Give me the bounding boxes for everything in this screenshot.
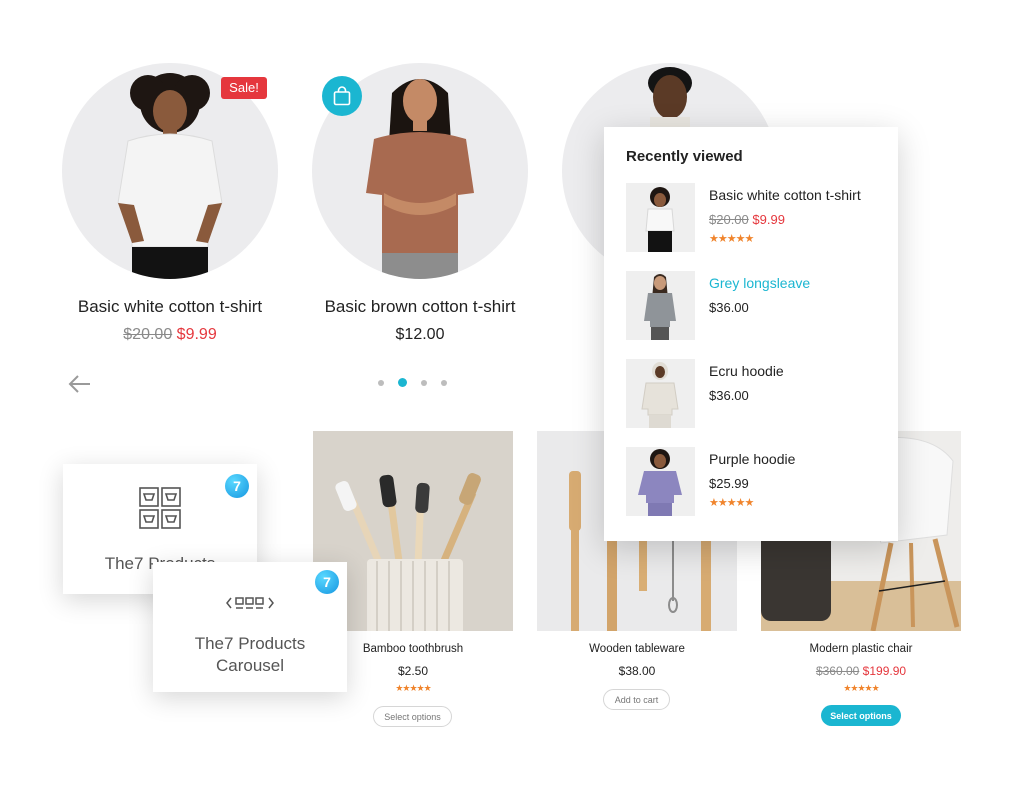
product-thumbnail[interactable] bbox=[626, 271, 695, 340]
product-title[interactable]: Wooden tableware bbox=[537, 643, 737, 655]
product-thumbnail[interactable] bbox=[626, 183, 695, 252]
the7-products-carousel-widget[interactable]: The7 Products Carousel 7 bbox=[153, 562, 347, 692]
shopping-bag-icon bbox=[333, 86, 351, 106]
sale-price: $199.90 bbox=[862, 664, 907, 678]
recently-viewed-item: Grey longsleave $36.00 bbox=[626, 271, 876, 359]
product-title[interactable]: Modern plastic chair bbox=[761, 643, 961, 655]
old-price: $20.00 bbox=[123, 326, 173, 343]
recently-viewed-panel: Recently viewed Basic white cotton t-shi… bbox=[604, 127, 898, 541]
recently-viewed-item: Basic white cotton t-shirt $20.00 $9.99 … bbox=[626, 183, 876, 271]
widget-label-line1: The7 Products bbox=[194, 634, 306, 653]
products-grid-icon bbox=[139, 487, 181, 529]
recently-viewed-price: $36.00 bbox=[709, 300, 749, 315]
product-price: $12.00 bbox=[395, 326, 445, 343]
carousel-pagination bbox=[378, 378, 447, 387]
recently-viewed-price: $36.00 bbox=[709, 388, 749, 403]
recently-viewed-name[interactable]: Purple hoodie bbox=[709, 451, 795, 467]
product-title[interactable]: Basic brown cotton t-shirt bbox=[312, 297, 528, 317]
arrow-left-icon[interactable] bbox=[68, 374, 92, 394]
old-price: $20.00 bbox=[709, 212, 749, 227]
product-title[interactable]: Basic white cotton t-shirt bbox=[62, 297, 278, 317]
rating-stars: ★★★★★ bbox=[709, 233, 754, 245]
pagination-dot[interactable] bbox=[421, 379, 427, 386]
select-options-button[interactable]: Select options bbox=[821, 705, 901, 726]
select-options-button[interactable]: Select options bbox=[373, 706, 452, 727]
recently-viewed-item: Purple hoodie $25.99 ★★★★★ bbox=[626, 447, 876, 535]
widget-label-line2: Carousel bbox=[215, 656, 285, 675]
recently-viewed-name[interactable]: Ecru hoodie bbox=[709, 363, 784, 379]
sale-price: $9.99 bbox=[176, 326, 217, 343]
grey-longsleeve-thumbnail bbox=[626, 271, 695, 340]
recently-viewed-item: Ecru hoodie $36.00 bbox=[626, 359, 876, 447]
recently-viewed-price: $25.99 bbox=[709, 476, 749, 491]
pagination-dot-active[interactable] bbox=[398, 378, 407, 387]
old-price: $360.00 bbox=[815, 664, 860, 678]
product-thumbnail[interactable] bbox=[626, 447, 695, 516]
product-thumbnail[interactable] bbox=[626, 359, 695, 428]
product-price: $38.00 bbox=[618, 664, 656, 678]
product-price: $360.00 $199.90 bbox=[761, 664, 961, 678]
sale-price: $9.99 bbox=[752, 212, 785, 227]
product-price: $20.00 $9.99 bbox=[62, 326, 278, 344]
rating-stars: ★★★★★ bbox=[843, 683, 879, 693]
recently-viewed-title: Recently viewed bbox=[626, 148, 743, 165]
add-to-cart-icon-button[interactable] bbox=[322, 76, 362, 116]
ecru-hoodie-thumbnail bbox=[626, 359, 695, 428]
the7-badge-icon: 7 bbox=[225, 474, 249, 498]
recently-viewed-name[interactable]: Grey longsleave bbox=[709, 275, 810, 291]
add-to-cart-button[interactable]: Add to cart bbox=[603, 689, 670, 710]
pagination-dot[interactable] bbox=[378, 379, 384, 386]
pagination-dot[interactable] bbox=[441, 379, 447, 386]
sale-badge: Sale! bbox=[221, 77, 267, 99]
carousel-icon bbox=[226, 597, 274, 609]
recently-viewed-name[interactable]: Basic white cotton t-shirt bbox=[709, 187, 861, 203]
recently-viewed-price: $20.00 $9.99 bbox=[709, 212, 861, 227]
the7-badge-icon: 7 bbox=[315, 570, 339, 594]
rating-stars: ★★★★★ bbox=[709, 497, 754, 509]
white-tshirt-thumbnail bbox=[626, 183, 695, 252]
purple-hoodie-thumbnail bbox=[626, 447, 695, 516]
